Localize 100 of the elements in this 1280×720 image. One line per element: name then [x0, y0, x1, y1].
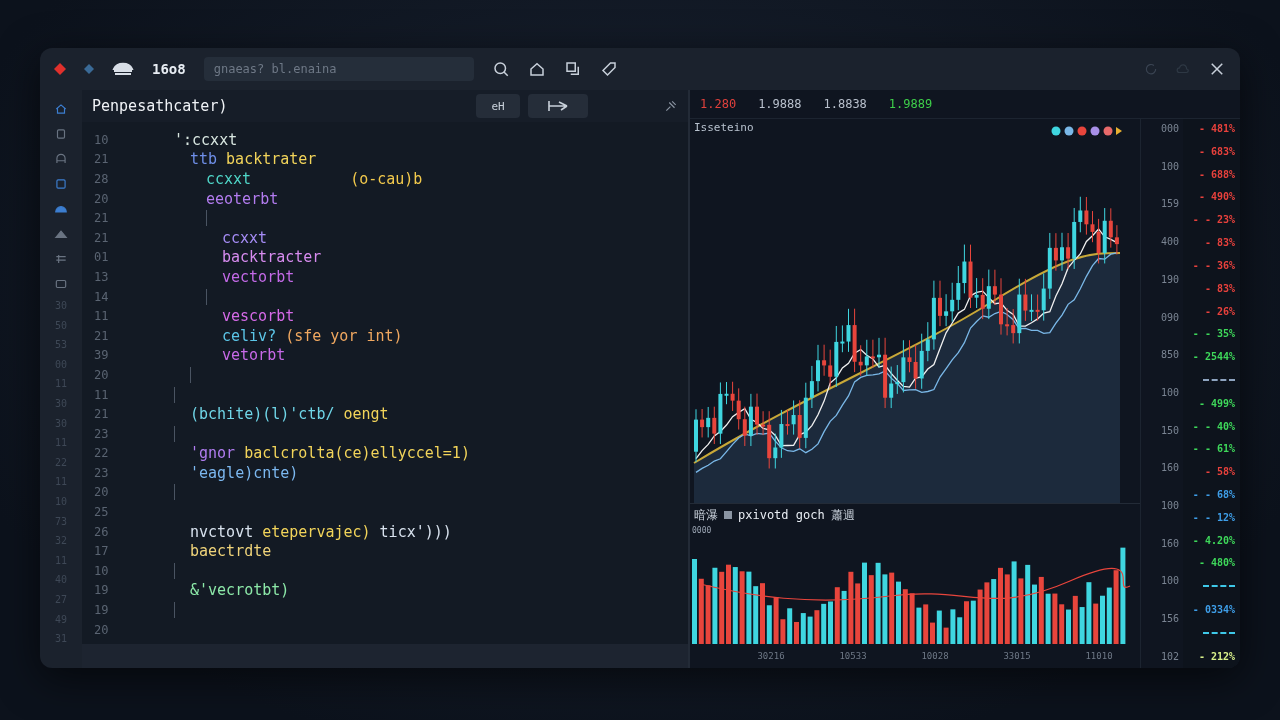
y-axis-label: 159: [1160, 198, 1179, 210]
code-token: (sfe yor int): [285, 326, 403, 345]
legend-dots-icon: [1050, 125, 1124, 137]
code-token: ':ccxxt: [174, 130, 238, 149]
line-number: 20: [93, 191, 110, 206]
code-token: (bchite)(l)'ctb/: [190, 405, 335, 424]
y-axis-label: 090: [1160, 311, 1179, 323]
code-token: vetorbt: [222, 346, 286, 365]
line-number: 25: [93, 505, 110, 520]
line-number: 19: [93, 603, 110, 618]
code-token: ccxxt: [206, 170, 252, 188]
y-axis-label: 100: [1160, 500, 1179, 512]
y-axis-label: 102: [1160, 650, 1179, 662]
code-token: &'vecrotbt): [190, 581, 290, 600]
close-icon[interactable]: [1208, 60, 1226, 78]
change-percent: - 490%: [1198, 191, 1235, 203]
y-axis-label: 400: [1160, 236, 1179, 248]
change-percent: - 4.20%: [1192, 534, 1235, 546]
file-title: Penpesathcater): [92, 97, 229, 115]
tag-icon[interactable]: [599, 60, 618, 78]
change-percent: - - 23%: [1192, 214, 1235, 226]
y-axis-label: 160: [1160, 462, 1179, 474]
change-percent: - 83%: [1204, 282, 1235, 294]
x-axis-label: 10533: [839, 651, 867, 661]
line-number: 39: [93, 348, 110, 363]
y-axis-label: 100: [1160, 575, 1179, 587]
line-number: 20: [93, 367, 110, 382]
square-icon: [724, 511, 732, 519]
y-axis-label: 100: [1160, 386, 1179, 398]
volume-label: 蕭週: [830, 506, 855, 524]
line-number: 21: [93, 230, 110, 245]
copy-icon[interactable]: [563, 60, 582, 78]
x-axis-label: 10028: [921, 651, 949, 661]
line-number: 13: [93, 269, 110, 284]
toolbar-button[interactable]: [528, 94, 588, 118]
code-token: 'gnor: [190, 444, 236, 463]
line-number: 23: [93, 465, 110, 480]
file-icon[interactable]: [54, 126, 68, 141]
panel-icon[interactable]: [54, 176, 68, 191]
line-number: 28: [93, 172, 110, 186]
change-percent: - 499%: [1198, 397, 1235, 409]
change-percent: - 212%: [1198, 650, 1235, 662]
y-axis-label: 100: [1160, 160, 1179, 172]
pin-icon[interactable]: [664, 99, 678, 113]
app-title: 16o8: [152, 61, 186, 77]
line-number: 22: [93, 446, 110, 461]
change-percent: - 0334%: [1192, 604, 1235, 616]
line-number: 10: [93, 132, 110, 147]
x-axis-label: 33015: [1003, 651, 1031, 661]
change-percent: - - 61%: [1192, 443, 1235, 455]
code-token: etepervajec): [262, 522, 371, 541]
search-icon[interactable]: [491, 60, 510, 78]
change-percent: - 26%: [1204, 305, 1235, 317]
diamond-icon: [84, 64, 94, 74]
line-number: 20: [93, 485, 110, 500]
toolbar-button[interactable]: eH: [476, 94, 520, 118]
code-token: nvctovt: [190, 522, 254, 541]
code-token: oengt: [343, 405, 389, 424]
line-number: 20: [93, 622, 110, 637]
code-token: vectorbt: [222, 267, 295, 286]
line-number: 01: [93, 250, 110, 265]
price-quote: 1.8838: [823, 97, 867, 111]
stack-icon[interactable]: [112, 61, 134, 77]
line-number: 23: [93, 426, 110, 441]
diamond-icon: [54, 63, 66, 75]
line-number: 26: [93, 524, 110, 539]
chart-label: Isseteino: [694, 121, 754, 134]
search-field[interactable]: gnaeas? bl.enaina: [203, 57, 474, 81]
y-axis-label: 150: [1160, 424, 1179, 436]
line-number: 10: [93, 563, 110, 578]
code-token: eeoterbt: [206, 189, 279, 208]
price-quote: 1.9889: [888, 97, 933, 111]
code-token: 'eagle)cnte): [190, 463, 299, 482]
y-axis-label: 156: [1160, 613, 1179, 625]
home-icon[interactable]: [54, 101, 68, 116]
code-token: baectrdte: [190, 542, 272, 561]
change-percent: - - 35%: [1192, 328, 1235, 340]
y-axis-label: 000: [1160, 123, 1179, 134]
line-number: 17: [93, 544, 110, 559]
line-number: 11: [93, 309, 110, 324]
x-axis-label: 30216: [757, 651, 785, 661]
code-token: celiv?: [222, 326, 277, 345]
line-number: 19: [93, 583, 110, 598]
code-token: (o-cau)b: [350, 170, 423, 188]
change-percent: - 2544%: [1192, 351, 1235, 363]
code-token: backtracter: [222, 248, 322, 267]
change-percent: - 83%: [1204, 237, 1235, 249]
line-number: 14: [93, 289, 110, 304]
change-percent: - - 12%: [1192, 511, 1235, 523]
price-quote: 1.9888: [758, 97, 802, 111]
y-axis-label: 160: [1160, 537, 1179, 549]
change-percent: - 683%: [1198, 145, 1235, 157]
volume-label: 暗瀑: [694, 506, 718, 524]
volume-title: pxivotd goch: [738, 508, 825, 522]
line-number: 21: [93, 211, 110, 226]
change-percent: - 58%: [1204, 466, 1235, 478]
code-token: ticx'))): [379, 522, 452, 541]
line-number: 21: [93, 328, 110, 343]
home-icon[interactable]: [527, 60, 546, 78]
y-axis-label: 850: [1160, 349, 1179, 361]
